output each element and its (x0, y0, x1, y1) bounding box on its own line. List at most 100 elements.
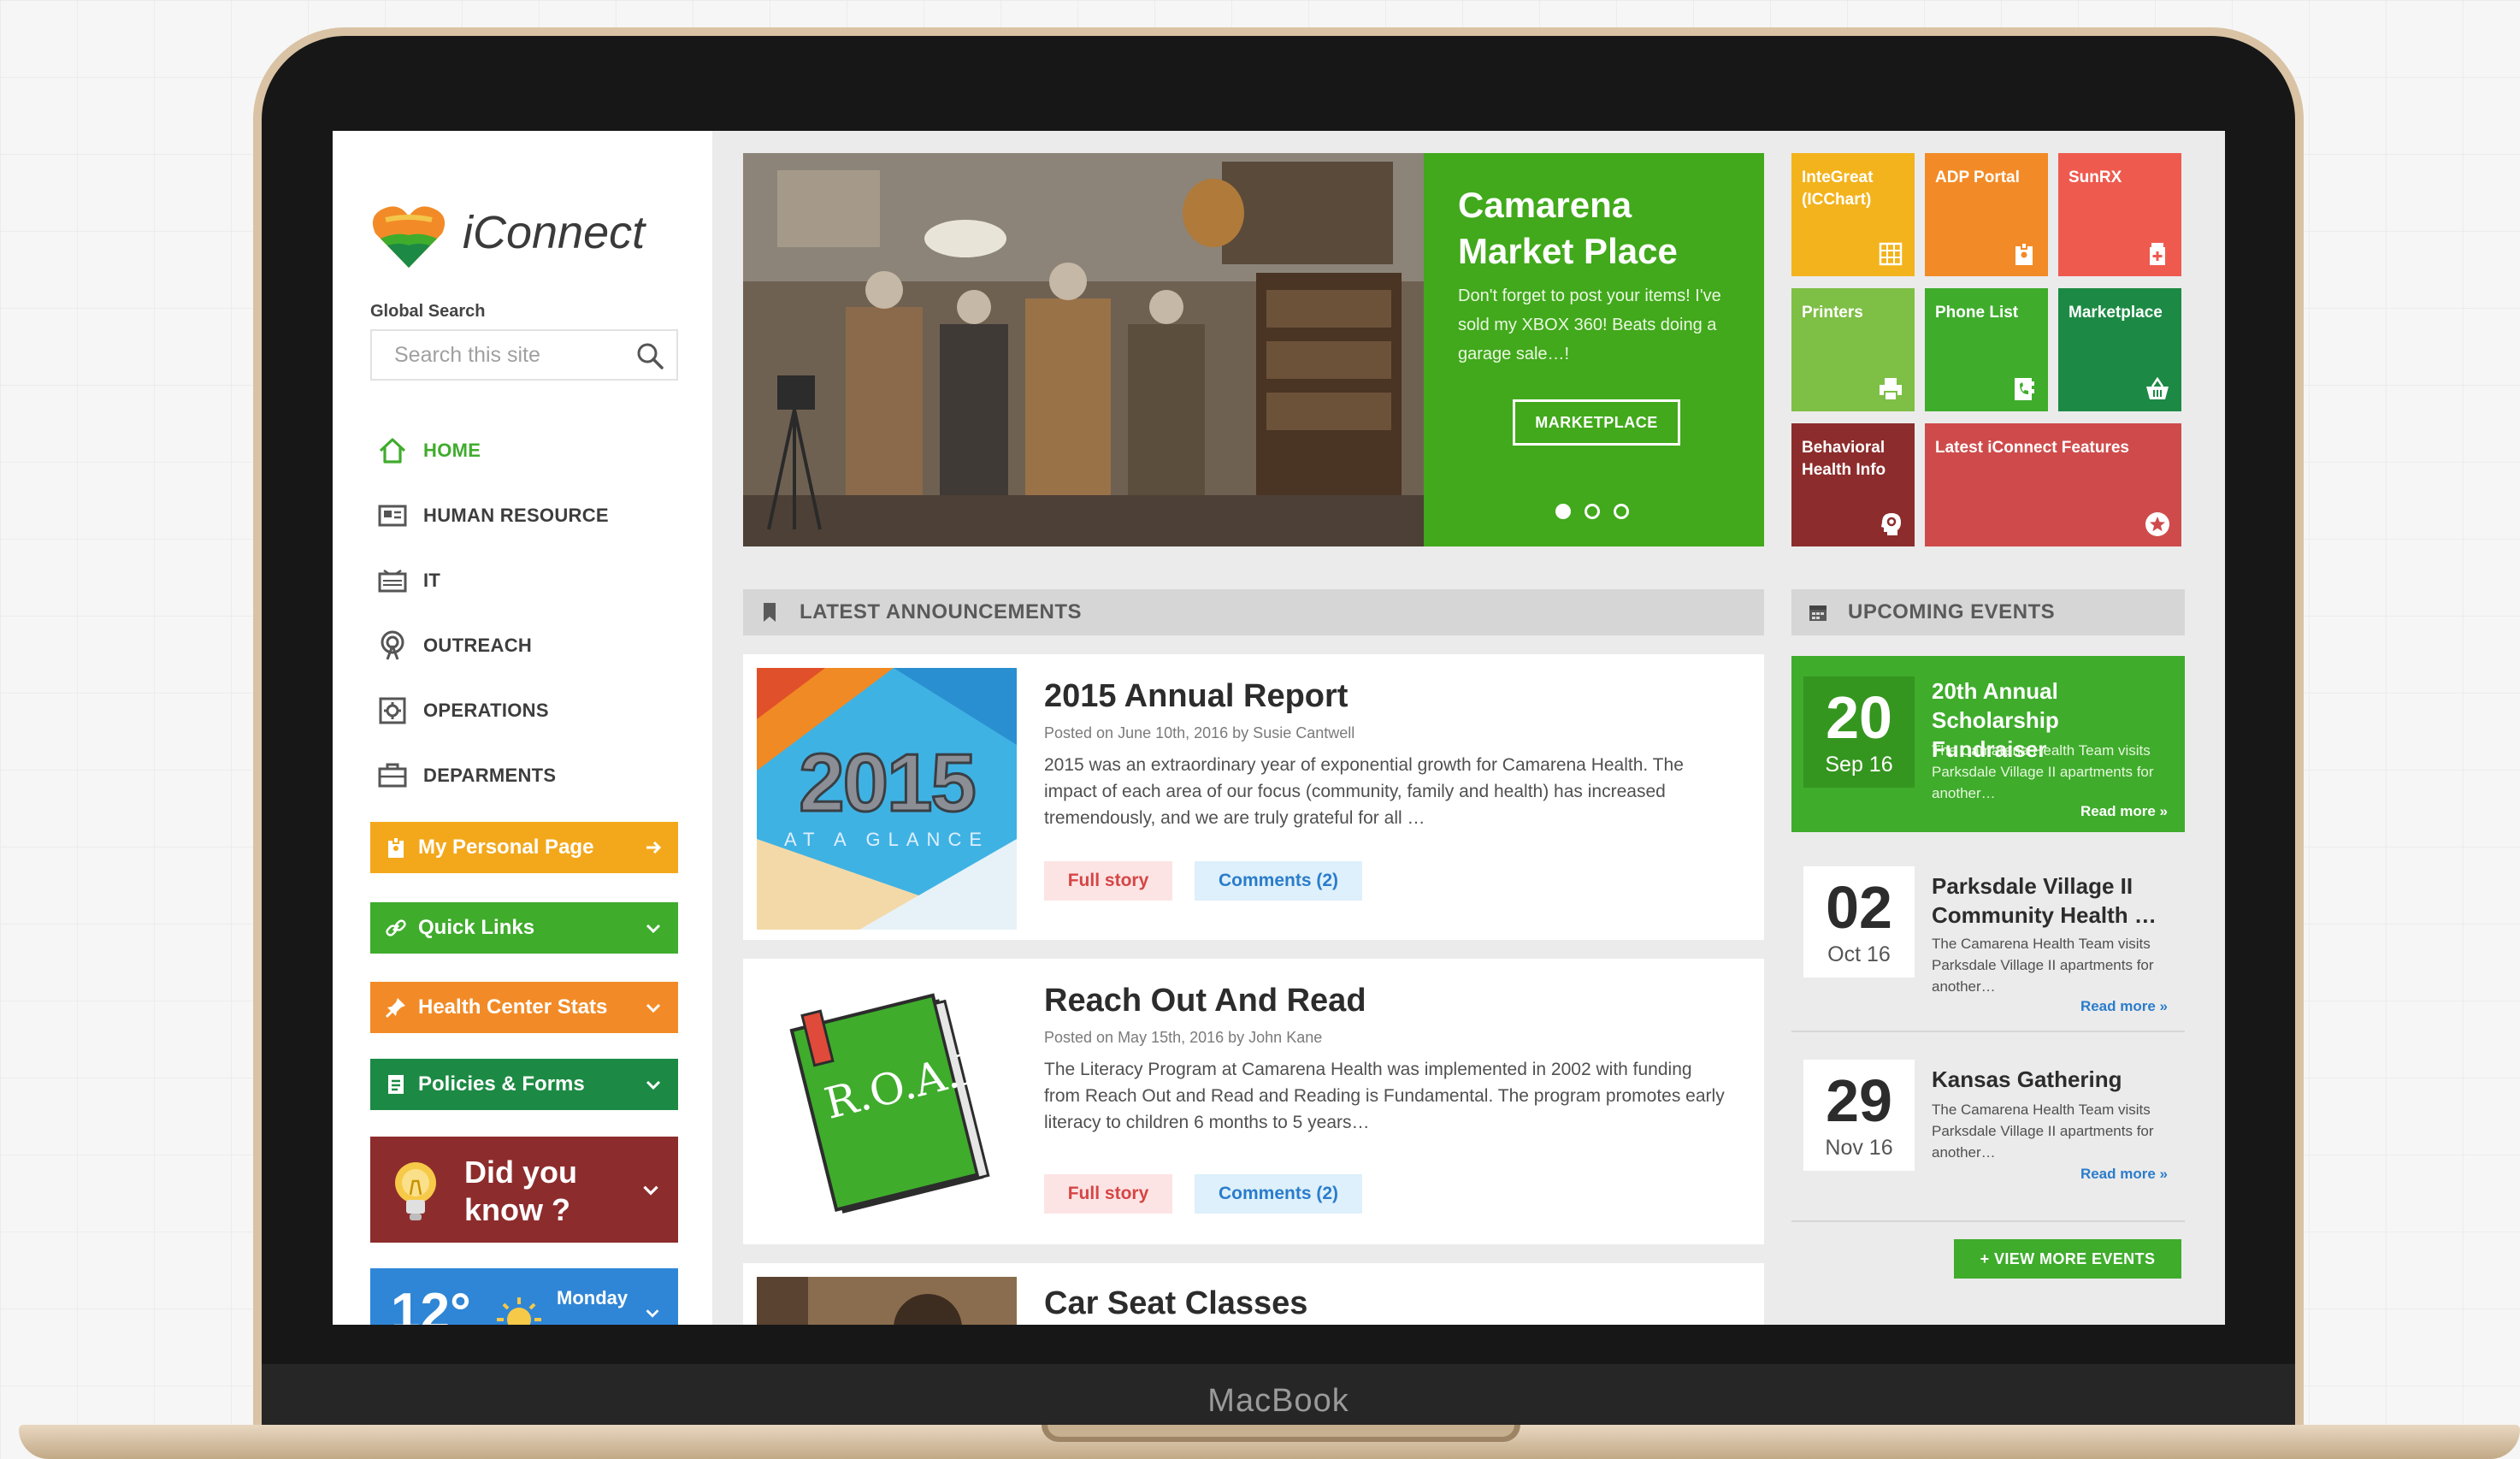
star-icon (2145, 512, 2169, 536)
tile-latest-iconnect-features[interactable]: Latest iConnect Features (1925, 423, 2181, 546)
tile-sunrx[interactable]: SunRX (2058, 153, 2181, 276)
market-place-photo (743, 153, 1424, 546)
nav-item-label: HOME (423, 440, 481, 461)
tile-label: Phone List (1935, 304, 2019, 322)
did-you-know-panel[interactable]: Did you know ? (370, 1137, 678, 1243)
event-month: Nov 16 (1825, 1135, 1893, 1160)
quick-links-button[interactable]: Quick Links (370, 902, 678, 954)
announcement-meta: Posted on May 15th, 2016 by John Kane (1044, 1029, 1323, 1046)
nav-item-outreach[interactable]: OUTREACH (375, 613, 692, 678)
announcements-header: LATEST ANNOUNCEMENTS (743, 589, 1764, 635)
broadcast-icon (381, 630, 404, 660)
thumbnail-year: 2015 (798, 736, 978, 830)
nav-item-label: IT (423, 570, 441, 591)
nav-item-label: OPERATIONS (423, 700, 549, 721)
read-more-link[interactable]: Read more » (2080, 1166, 2168, 1183)
arrow-right-icon (646, 841, 662, 854)
badge-icon (388, 836, 404, 858)
tile-label: Behavioral Health Info (1802, 439, 1886, 479)
tile-label: Printers (1802, 304, 1863, 322)
view-more-events-button[interactable]: + VIEW MORE EVENTS (1954, 1239, 2181, 1279)
tile-label: Marketplace (2069, 304, 2163, 322)
car-seat-thumbnail[interactable] (757, 1277, 1017, 1325)
tile-marketplace[interactable]: Marketplace (2058, 288, 2181, 411)
announcement-title[interactable]: 2015 Annual Report (1044, 678, 1348, 715)
marketplace-button[interactable]: MARKETPLACE (1513, 399, 1680, 446)
announcement-card: R.O.A.R. Reach Out And Read Posted on Ma… (743, 959, 1764, 1244)
carousel-dot-1[interactable] (1555, 504, 1571, 519)
laptop-notch-inner (1048, 1425, 1514, 1437)
comments-button[interactable]: Comments (2) (1195, 1174, 1362, 1214)
full-story-button[interactable]: Full story (1044, 861, 1172, 901)
health-center-stats-button[interactable]: Health Center Stats (370, 982, 678, 1033)
did-you-know-line1: Did you (464, 1155, 577, 1190)
policies-forms-button[interactable]: Policies & Forms (370, 1059, 678, 1110)
event-month: Sep 16 (1825, 752, 1893, 777)
event-description: The Camarena Health Team visits Parksdal… (1932, 742, 2154, 801)
iconnect-logo-icon (372, 206, 446, 268)
nav-item-it[interactable]: IT (375, 548, 692, 613)
event-item[interactable]: 20 Sep 16 20th Annual Scholarship Fundra… (1791, 656, 2185, 832)
announcement-title[interactable]: Reach Out And Read (1044, 983, 1366, 1019)
grid-icon (1879, 242, 1903, 266)
event-date-badge: 29 Nov 16 (1803, 1060, 1915, 1171)
nav-item-human-resource[interactable]: HUMAN RESOURCE (375, 483, 692, 548)
lightbulb-icon (395, 1162, 436, 1220)
tile-adp-portal[interactable]: ADP Portal (1925, 153, 2048, 276)
tile-integreat[interactable]: InteGreat (ICChart) (1791, 153, 1915, 276)
nav-item-home[interactable]: HOME (375, 418, 692, 483)
button-label: My Personal Page (418, 836, 594, 859)
nav-item-deparments[interactable]: DEPARMENTS (375, 743, 692, 808)
announcement-body: The Literacy Program at Camarena Health … (1044, 1060, 1725, 1132)
event-day: 20 (1826, 683, 1892, 751)
tile-printers[interactable]: Printers (1791, 288, 1915, 411)
device-brand-label: MacBook (1207, 1383, 1349, 1419)
tile-phone-list[interactable]: Phone List (1925, 288, 2048, 411)
briefcase-icon (378, 763, 407, 788)
event-day: 02 (1826, 873, 1892, 941)
event-item[interactable]: 02 Oct 16 Parksdale Village II Community… (1791, 849, 2185, 1032)
nav-item-operations[interactable]: OPERATIONS (375, 678, 692, 743)
did-you-know-line2: know ? (464, 1192, 570, 1227)
event-description: The Camarena Health Team visits Parksdal… (1932, 936, 2154, 995)
full-story-button[interactable]: Full story (1044, 1174, 1172, 1214)
weather-widget[interactable]: 12° Monday (370, 1268, 678, 1325)
gear-box-icon (379, 697, 406, 724)
chevron-down-icon (643, 1185, 658, 1196)
chevron-down-icon (646, 924, 661, 934)
announcement-card: Car Seat Classes (743, 1263, 1764, 1325)
calendar-icon (1809, 605, 1827, 621)
head-icon (1881, 513, 1901, 535)
sidebar: iConnect Global Search HOME HUMAN RESOUR… (333, 131, 712, 1325)
hero-carousel: Camarena Market Place Don't forget to po… (743, 153, 1764, 546)
my-personal-page-button[interactable]: My Personal Page (370, 822, 678, 873)
search-input[interactable] (372, 331, 629, 379)
chevron-down-icon (646, 1309, 659, 1318)
chevron-down-icon (646, 1003, 661, 1013)
weather-day: Monday (557, 1287, 629, 1308)
announcement-title[interactable]: Car Seat Classes (1044, 1285, 1307, 1322)
carousel-dot-3[interactable] (1614, 504, 1629, 519)
global-search-label: Global Search (370, 302, 486, 321)
events-header: UPCOMING EVENTS (1791, 589, 2185, 635)
tile-label: Latest iConnect Features (1935, 439, 2129, 457)
event-title[interactable]: Parksdale Village II Community Health … (1932, 871, 2180, 930)
carousel-dots (1555, 504, 1629, 519)
event-title[interactable]: Kansas Gathering (1932, 1065, 2180, 1094)
main-nav: HOME HUMAN RESOURCE IT OUTREACH OPERATIO… (375, 418, 692, 808)
read-more-link[interactable]: Read more » (2080, 998, 2168, 1015)
phone-book-icon (2015, 378, 2034, 400)
screen: iConnect Global Search HOME HUMAN RESOUR… (333, 131, 2225, 1325)
event-date-badge: 02 Oct 16 (1803, 866, 1915, 978)
hero-title: Camarena Market Place (1458, 185, 1678, 271)
tile-behavioral-health-info[interactable]: Behavioral Health Info (1791, 423, 1915, 546)
comments-button[interactable]: Comments (2) (1195, 861, 1362, 901)
hero-text: Don't forget to post your items! I've so… (1458, 286, 1721, 363)
button-label: Health Center Stats (418, 995, 608, 1019)
event-item[interactable]: 29 Nov 16 Kansas Gathering The Camarena … (1791, 1048, 2185, 1222)
carousel-dot-2[interactable] (1585, 504, 1600, 519)
read-more-link[interactable]: Read more » (2080, 803, 2168, 820)
search-icon[interactable] (635, 341, 664, 370)
button-label: Policies & Forms (418, 1072, 585, 1096)
announcement-card: 2015 AT A GLANCE 2015 Annual Report Post… (743, 654, 1764, 940)
